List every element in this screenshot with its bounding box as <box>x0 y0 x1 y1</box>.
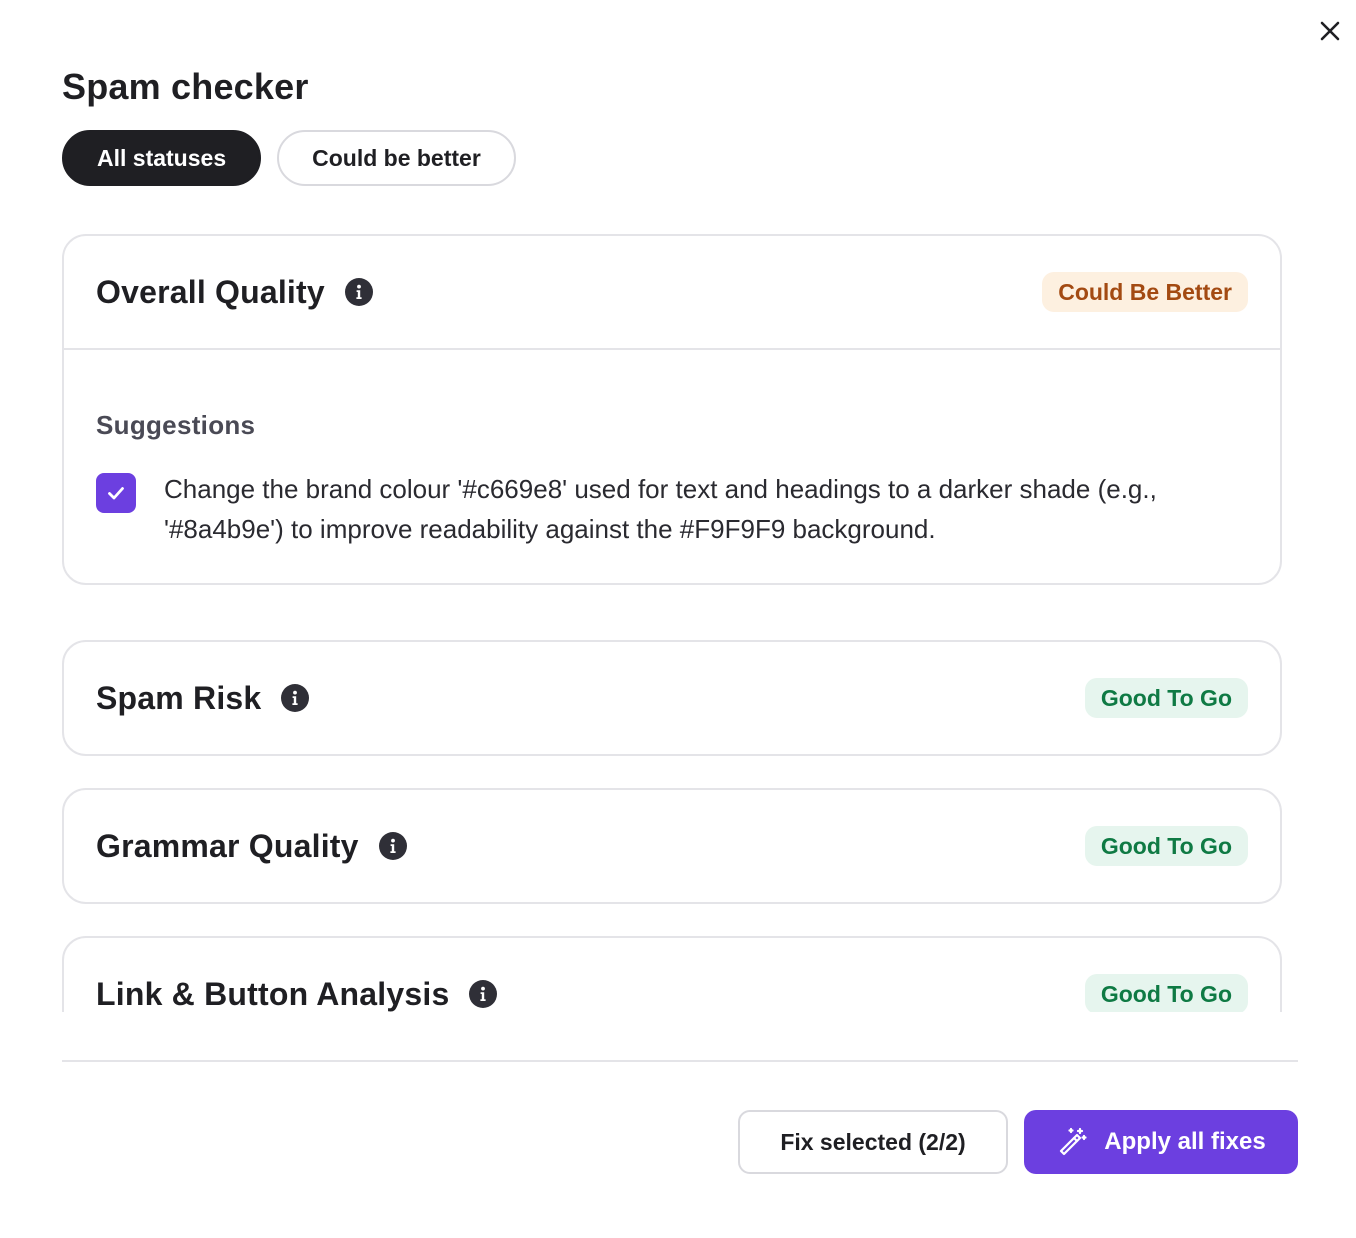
card-link-button-analysis: Link & Button Analysis Good To Go <box>62 936 1282 1012</box>
dialog-title: Spam checker <box>62 66 309 107</box>
spam-checker-dialog: Spam checker All statuses Could be bette… <box>0 0 1356 1238</box>
info-icon[interactable] <box>469 980 498 1008</box>
info-glyph <box>356 284 362 299</box>
card-title: Grammar Quality <box>96 827 359 864</box>
suggestion-text: Change the brand colour '#c669e8' used f… <box>164 474 1157 544</box>
status-badge: Good To Go <box>1084 678 1248 718</box>
suggestion-item: Change the brand colour '#c669e8' used f… <box>96 469 1248 549</box>
card-header[interactable]: Grammar Quality Good To Go <box>64 790 1280 902</box>
suggestions-heading: Suggestions <box>96 410 256 440</box>
card-grammar-quality: Grammar Quality Good To Go <box>62 788 1282 904</box>
card-header[interactable]: Link & Button Analysis Good To Go <box>64 938 1280 1012</box>
filter-all-statuses[interactable]: All statuses <box>62 130 262 186</box>
suggestion-checkbox[interactable] <box>96 473 136 513</box>
status-badge: Good To Go <box>1084 826 1248 866</box>
card-title: Spam Risk <box>96 679 262 716</box>
info-icon[interactable] <box>378 832 407 860</box>
apply-all-fixes-label: Apply all fixes <box>1104 1128 1266 1155</box>
results-list[interactable]: Overall Quality Could Be Better Suggesti… <box>62 234 1282 1012</box>
card-title: Overall Quality <box>96 273 325 310</box>
status-badge: Could Be Better <box>1042 272 1248 312</box>
footer-divider <box>62 1060 1298 1062</box>
status-badge: Good To Go <box>1084 974 1248 1012</box>
info-icon[interactable] <box>281 684 310 712</box>
info-icon[interactable] <box>344 278 373 306</box>
card-header[interactable]: Overall Quality Could Be Better <box>64 236 1280 348</box>
filter-could-be-better[interactable]: Could be better <box>277 130 516 186</box>
info-glyph <box>292 690 299 705</box>
close-icon <box>1320 21 1340 41</box>
close-button[interactable] <box>1313 14 1347 48</box>
card-title: Link & Button Analysis <box>96 975 450 1012</box>
check-icon <box>108 487 124 500</box>
apply-all-fixes-button[interactable]: Apply all fixes <box>1024 1110 1298 1174</box>
fix-selected-button[interactable]: Fix selected (2/2) <box>738 1110 1008 1174</box>
suggestions-section: Suggestions Change the brand colour '#c6… <box>64 350 1280 583</box>
status-filter-tabs: All statuses Could be better <box>62 130 516 186</box>
card-overall-quality: Overall Quality Could Be Better Suggesti… <box>62 234 1282 585</box>
info-glyph <box>390 838 396 853</box>
card-header[interactable]: Spam Risk Good To Go <box>64 642 1280 754</box>
info-glyph <box>480 986 487 1001</box>
magic-wand-icon <box>1060 1127 1087 1156</box>
card-spam-risk: Spam Risk Good To Go <box>62 640 1282 756</box>
